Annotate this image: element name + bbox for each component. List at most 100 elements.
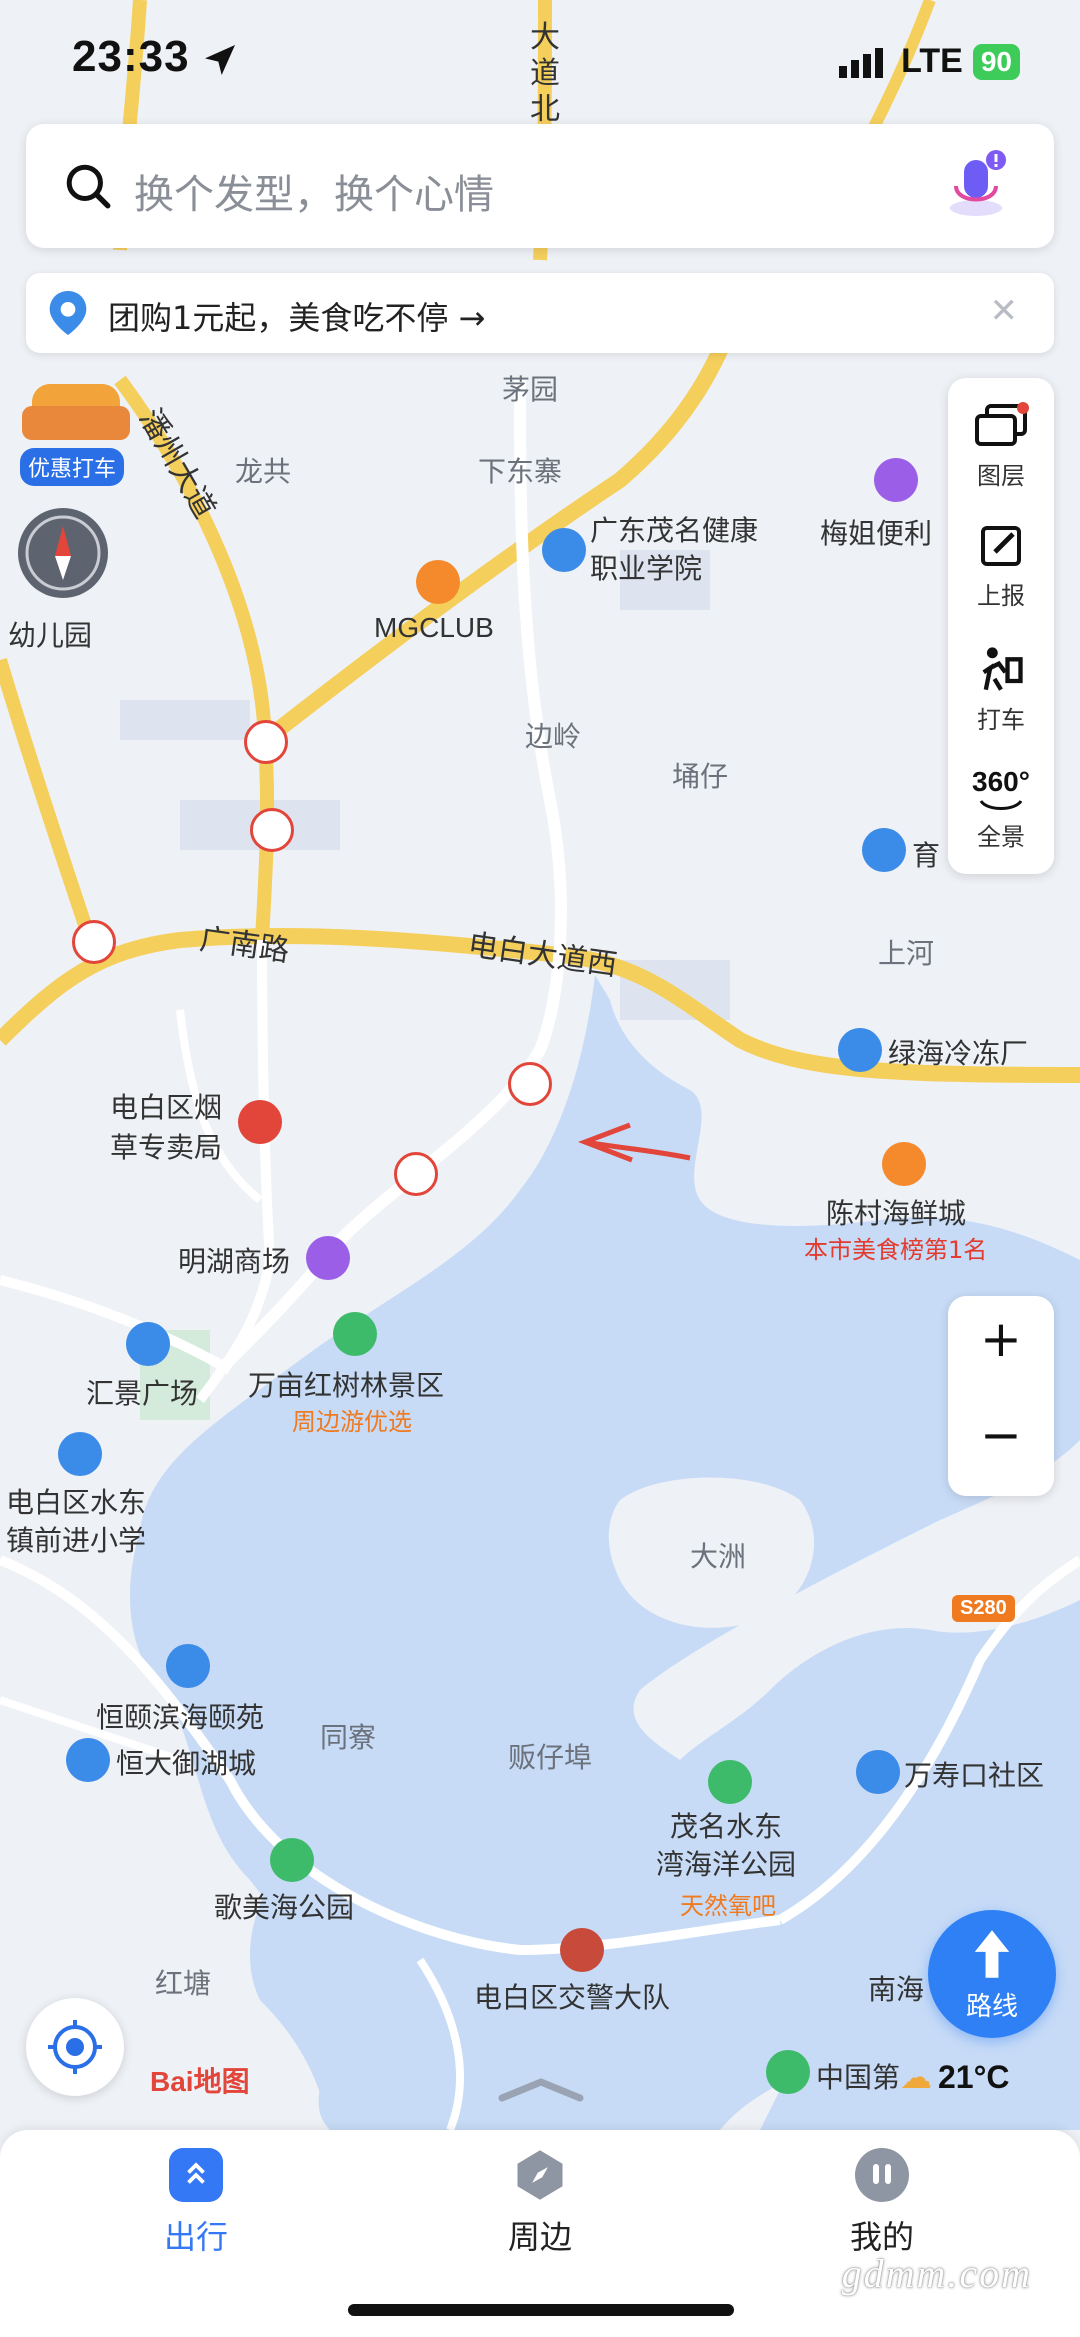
food-poi-icon[interactable] [882,1142,926,1186]
taxi-promo-badge[interactable]: 优惠打车 [18,376,134,486]
poi-label[interactable]: 广东茂名健康 职业学院 [590,512,758,588]
search-icon [66,164,111,209]
map-tools-panel: 图层 上报 打车 360° 全景 [948,378,1054,874]
drawer-handle-icon[interactable] [496,2074,586,2108]
park-poi-icon[interactable] [766,2050,810,2094]
construction-icon [394,1152,438,1196]
place-label: 上河 [878,937,935,970]
poi-label[interactable]: 电白区交警大队 [474,1976,670,2016]
poi-label[interactable]: 育 [912,834,940,874]
poi-label[interactable]: 中国第 [816,2056,900,2096]
report-button[interactable]: 上报 [948,522,1054,611]
report-label: 上报 [977,582,1025,610]
layers-button[interactable]: 图层 [948,402,1054,491]
taxi-button[interactable]: 打车 [948,642,1054,735]
community-poi-icon[interactable] [66,1738,110,1782]
poi-label[interactable]: 绿海冷冻厂 [888,1032,1028,1072]
status-right: LTE 90 [839,42,1020,81]
shop-poi-icon[interactable] [874,458,918,502]
place-label: 龙共 [235,455,292,488]
promo-text[interactable]: 团购1元起，美食吃不停 → [108,293,485,339]
route-button[interactable]: 路线 [928,1910,1056,2038]
tab-travel[interactable]: 出行 [116,2148,276,2258]
edit-icon [981,526,1021,566]
place-label: 茅园 [502,373,559,406]
poi-label[interactable]: 陈村海鲜城 [826,1192,966,1232]
poi-tag: 本市美食榜第1名 [804,1236,988,1264]
poi-label[interactable]: 明湖商场 [178,1240,290,1280]
school-poi-icon[interactable] [862,828,906,872]
factory-poi-icon[interactable] [838,1028,882,1072]
locate-icon [48,2020,102,2074]
poi-label[interactable]: 南海 [868,1968,924,2008]
zoom-in-button[interactable]: + [948,1310,1054,1368]
weather-temp: 21°C [938,2058,1010,2095]
locate-button[interactable] [26,1998,124,2096]
poi-label[interactable]: 万亩红树林景区 [248,1364,444,1404]
poi-label[interactable]: 汇景广场 [86,1372,198,1412]
poi-label[interactable]: MGCLUB [374,612,494,644]
tab-mine[interactable]: 我的 [802,2148,962,2258]
place-label: 大洲 [690,1540,747,1573]
community-poi-icon[interactable] [166,1644,210,1688]
place-label: 贩仔埠 [508,1741,593,1774]
community-poi-icon[interactable] [856,1750,900,1794]
park-poi-icon[interactable] [270,1838,314,1882]
school-poi-icon[interactable] [58,1432,102,1476]
poi-label[interactable]: 万寿口社区 [904,1754,1044,1794]
poi-label[interactable]: 梅姐便利 [820,512,932,552]
taxi-label: 打车 [977,706,1025,734]
compass-icon [513,2148,567,2202]
poi-label[interactable]: 幼儿园 [8,614,92,654]
place-label: 埇仔 [672,760,729,793]
weather-widget[interactable]: ☁ 21°C [900,2058,1010,2096]
landmark-poi-icon[interactable] [238,1100,282,1144]
tab-nearby-label: 周边 [507,2218,572,2256]
home-indicator [348,2304,734,2316]
taxi-icon [982,647,1023,691]
poi-label[interactable]: 茂名水东 湾海洋公园 [656,1808,796,1884]
construction-icon [250,808,294,852]
search-placeholder[interactable]: 换个发型，换个心情 [134,162,494,220]
cloud-rain-icon: ☁ [900,2058,932,2096]
close-icon[interactable]: ✕ [990,291,1019,331]
tab-nearby[interactable]: 周边 [460,2148,620,2258]
park-poi-icon[interactable] [333,1312,377,1356]
community-poi-icon[interactable] [126,1322,170,1366]
place-label: 同寮 [320,1721,377,1754]
search-bar[interactable]: 换个发型，换个心情 [26,124,1054,248]
place-label: 红塘 [155,1967,212,2000]
route-arrow-icon [974,1930,1010,1978]
route-label: 路线 [965,1992,1018,2022]
location-pin-icon [49,291,87,335]
shop-poi-icon[interactable] [306,1236,350,1280]
place-label: 边岭 [525,720,582,753]
status-time: 23:33 [72,32,190,81]
location-arrow-icon [200,40,240,84]
poi-label[interactable]: 电白区烟 草专卖局 [110,1088,222,1168]
poi-label[interactable]: 电白区水东 镇前进小学 [6,1484,146,1560]
s280-shield: S280 [952,1595,1015,1622]
voice-mic-icon[interactable] [936,146,1016,226]
poi-tag: 天然氧吧 [680,1892,776,1920]
panorama-button[interactable]: 360° 全景 [948,766,1054,852]
battery-indicator: 90 [972,43,1020,80]
layers-label: 图层 [977,462,1025,490]
poi-label[interactable]: 恒大御湖城 [116,1742,256,1782]
police-poi-icon[interactable] [560,1928,604,1972]
compass-button[interactable] [18,508,108,598]
layers-icon [975,402,1029,446]
poi-tag: 周边游优选 [292,1408,412,1436]
tab-travel-label: 出行 [163,2218,228,2256]
school-poi-icon[interactable] [542,528,586,572]
road-label: 大道北 [530,20,560,127]
bar-poi-icon[interactable] [416,560,460,604]
zoom-control: + − [948,1296,1054,1496]
park-poi-icon[interactable] [708,1760,752,1804]
poi-label[interactable]: 歌美海公园 [214,1886,354,1926]
panorama-label: 全景 [977,823,1025,851]
zoom-out-button[interactable]: − [948,1406,1054,1464]
baidu-map-logo: Bai地图 [150,2066,250,2097]
poi-label[interactable]: 恒颐滨海颐苑 [96,1696,264,1736]
promo-banner[interactable]: 团购1元起，美食吃不停 → ✕ [26,273,1054,353]
